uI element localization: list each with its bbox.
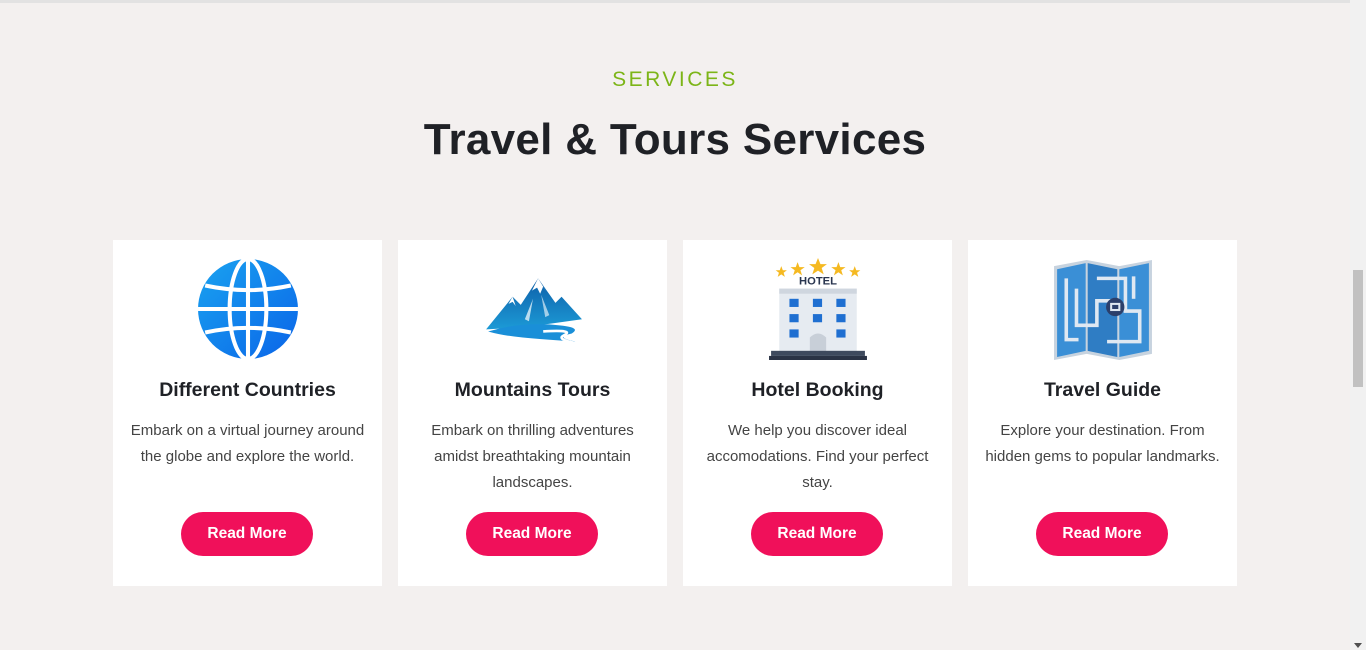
card-title: Hotel Booking	[751, 379, 884, 401]
hotel-icon: HOTEL	[767, 258, 869, 360]
read-more-button[interactable]: Read More	[181, 512, 313, 556]
section-eyebrow: SERVICES	[612, 68, 738, 91]
card-title: Different Countries	[159, 379, 336, 401]
hotel-sign-text: HOTEL	[799, 276, 837, 288]
scroll-down-arrow-icon[interactable]	[1354, 643, 1362, 648]
service-card-travel-guide: Travel Guide Explore your destination. F…	[968, 240, 1237, 586]
read-more-button[interactable]: Read More	[466, 512, 598, 556]
service-card-hotel-booking: HOTEL Hotel Booking We help you discover…	[683, 240, 952, 586]
card-title: Mountains Tours	[454, 379, 611, 401]
card-description: Embark on thrilling adventures amidst br…	[431, 422, 634, 491]
services-cards: Different Countries Embark on a virtual …	[113, 240, 1237, 586]
read-more-button[interactable]: Read More	[1036, 512, 1168, 556]
services-section: SERVICES Travel & Tours Services Differe…	[0, 0, 1350, 650]
section-title: Travel & Tours Services	[423, 115, 927, 164]
scrollbar-thumb[interactable]	[1353, 270, 1363, 387]
card-description: Embark on a virtual journey around the g…	[130, 422, 365, 465]
card-description: We help you discover ideal accomodations…	[706, 422, 929, 491]
card-description: Explore your destination. From hidden ge…	[985, 422, 1220, 465]
service-card-mountains-tours: Mountains Tours Embark on thrilling adve…	[398, 240, 667, 586]
card-title: Travel Guide	[1043, 379, 1162, 401]
service-card-different-countries: Different Countries Embark on a virtual …	[113, 240, 382, 586]
read-more-button[interactable]: Read More	[751, 512, 883, 556]
map-icon	[1052, 258, 1154, 360]
vertical-scrollbar[interactable]	[1350, 0, 1366, 650]
globe-icon	[197, 258, 299, 360]
mountain-icon	[482, 258, 584, 360]
